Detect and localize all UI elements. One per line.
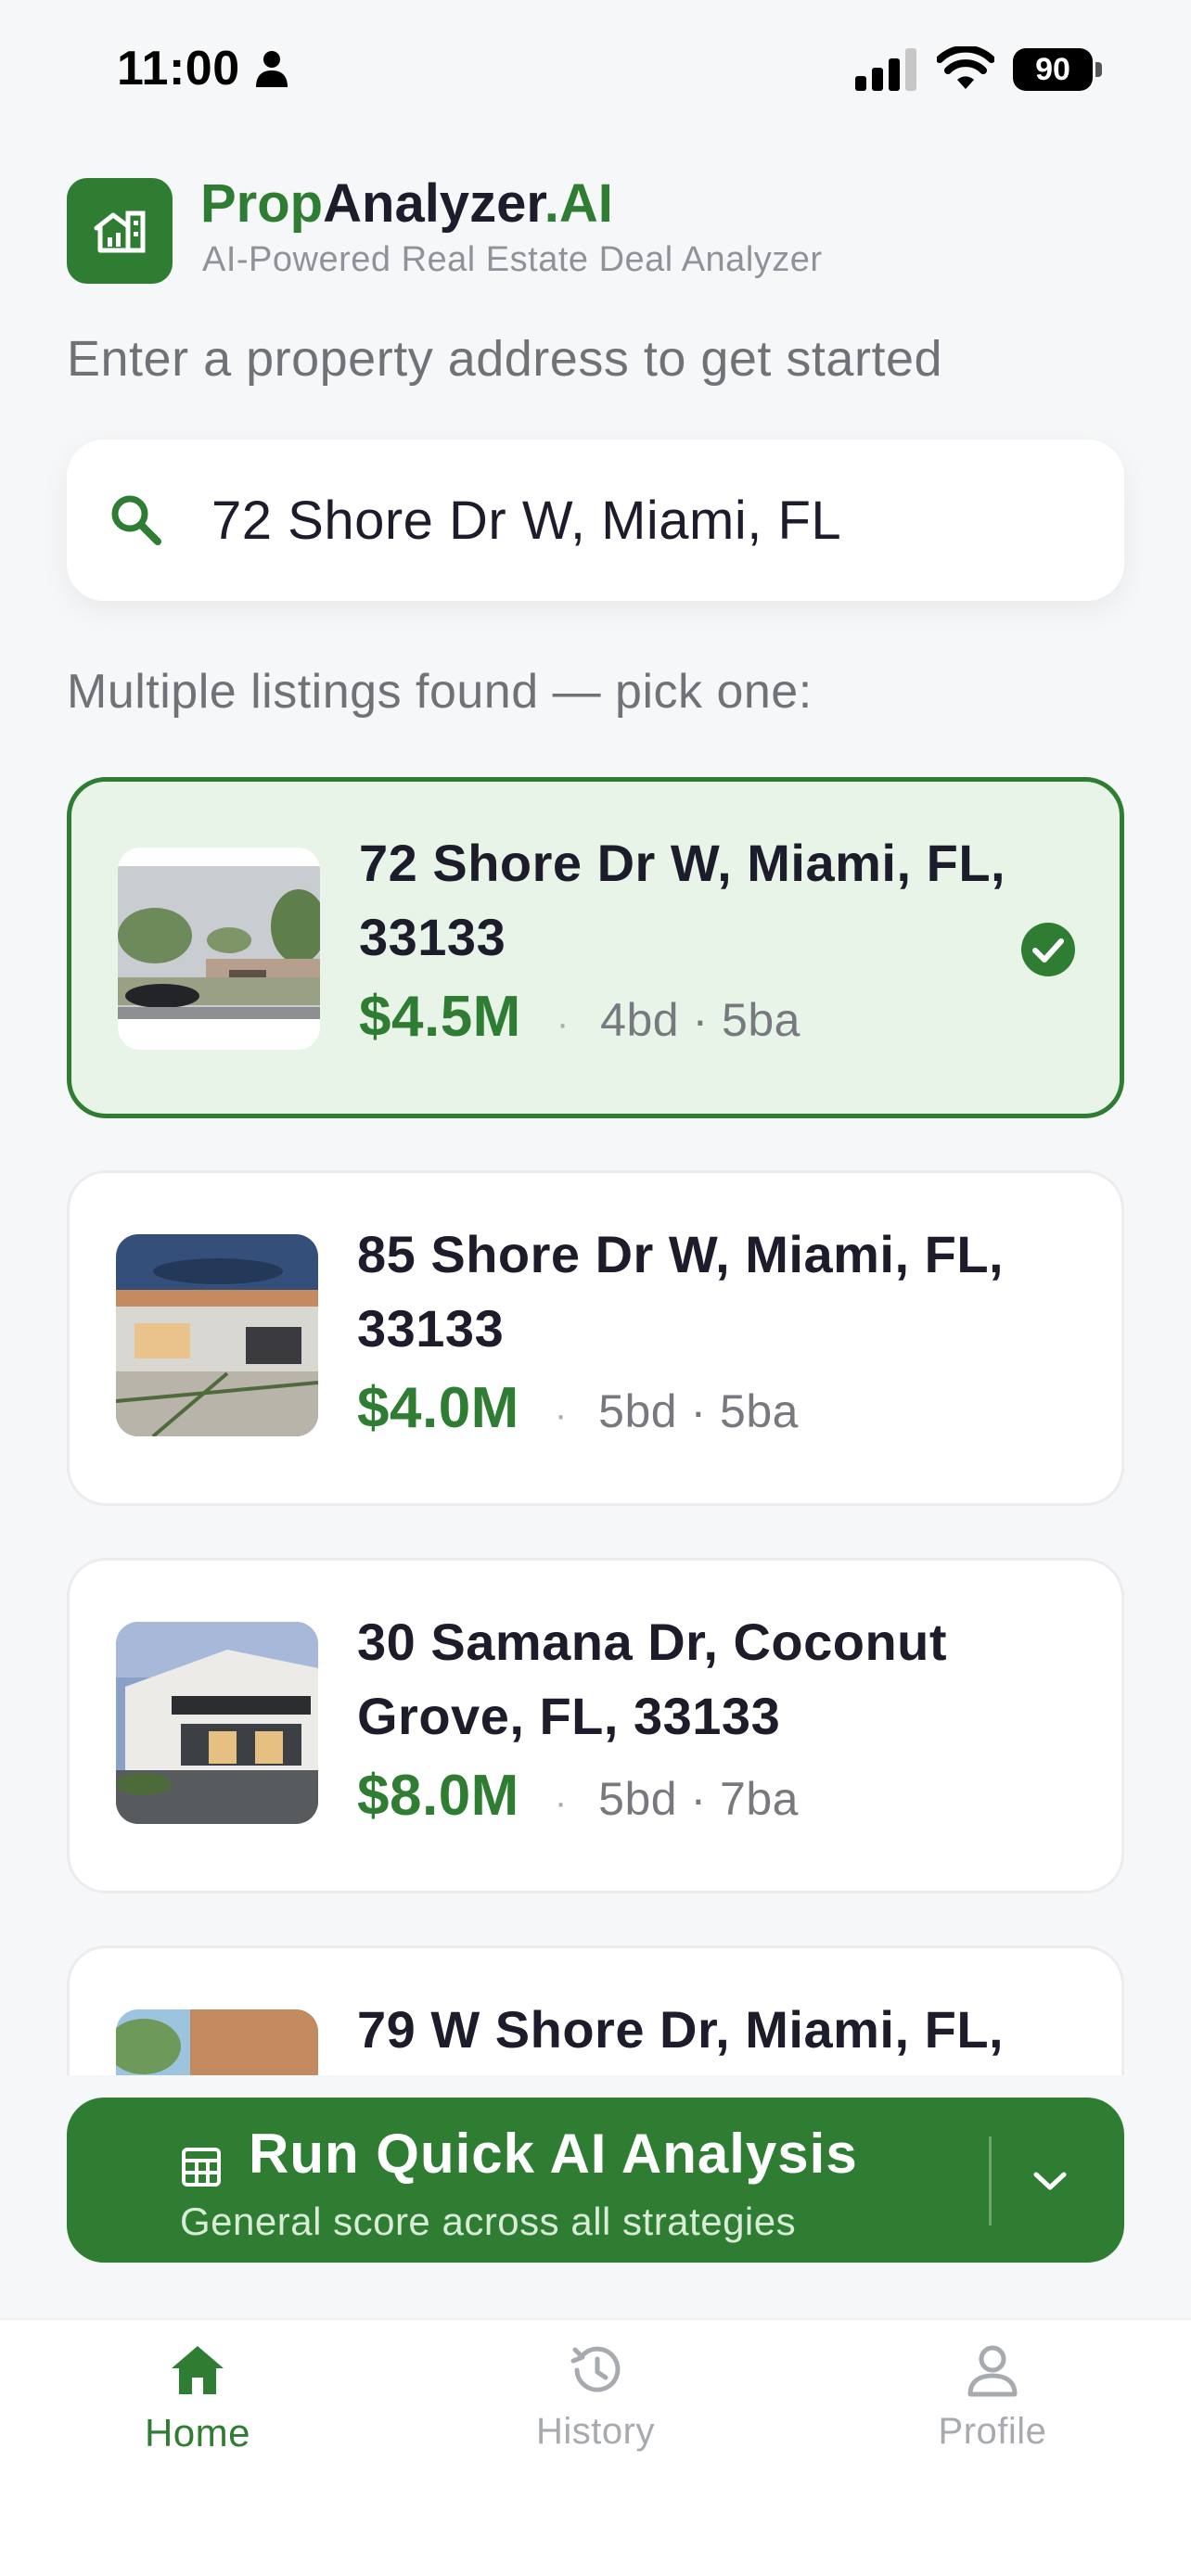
- selected-check-icon: [1021, 923, 1075, 976]
- address-search-box[interactable]: [67, 440, 1124, 601]
- listing-address: 85 Shore Dr W, Miami, FL, 33133: [357, 1225, 1005, 1358]
- listing-address: 30 Samana Dr, Coconut Grove, FL, 33133: [357, 1613, 948, 1745]
- listing-address: 79 W Shore Dr, Miami, FL,: [357, 2000, 1005, 2059]
- address-prompt: Enter a property address to get started: [67, 331, 943, 387]
- listing-card-selected[interactable]: 72 Shore Dr W, Miami, FL, 33133 $4.5M · …: [67, 777, 1124, 1118]
- battery-tip: [1095, 62, 1102, 77]
- person-icon: [256, 51, 288, 87]
- listing-meta: $4.0M · 5bd · 5ba: [357, 1375, 799, 1441]
- listing-card[interactable]: 79 W Shore Dr, Miami, FL,: [67, 1945, 1124, 2075]
- analyze-subtitle: General score across all strategies: [180, 2200, 797, 2243]
- analyze-title: Run Quick AI Analysis: [249, 2123, 858, 2185]
- listing-card[interactable]: 85 Shore Dr W, Miami, FL, 33133 $4.0M · …: [67, 1170, 1124, 1506]
- results-label: Multiple listings found — pick one:: [67, 665, 813, 719]
- tab-label: Profile: [938, 2411, 1047, 2452]
- listing-price: $4.0M: [357, 1376, 519, 1440]
- brand-tagline: AI-Powered Real Estate Deal Analyzer: [202, 240, 823, 279]
- tab-label: History: [536, 2411, 655, 2452]
- tab-home[interactable]: Home: [58, 2342, 337, 2491]
- bottom-tab-bar: Home History Profile: [0, 2318, 1191, 2576]
- battery-level: 90: [1013, 48, 1093, 91]
- listing-meta: $8.0M · 5bd · 7ba: [357, 1763, 799, 1829]
- wifi-icon: [937, 46, 994, 89]
- tab-label: Home: [144, 2411, 251, 2455]
- address-search-input[interactable]: [211, 440, 1102, 601]
- status-bar: 11:00 90: [0, 0, 1191, 139]
- listing-specs: 4bd · 5ba: [600, 994, 800, 1046]
- listing-results: 72 Shore Dr W, Miami, FL, 33133 $4.5M · …: [0, 760, 1191, 2075]
- tab-profile[interactable]: Profile: [853, 2342, 1132, 2491]
- status-time: 11:00: [117, 42, 240, 96]
- cellular-signal-icon: [855, 48, 916, 91]
- listing-specs: 5bd · 7ba: [598, 1773, 799, 1825]
- search-icon: [111, 495, 161, 545]
- listing-photo: [116, 1234, 318, 1436]
- battery-indicator: 90: [1013, 48, 1102, 91]
- listing-photo: [116, 2009, 318, 2075]
- profile-icon: [967, 2345, 1018, 2397]
- history-icon: [570, 2346, 621, 2392]
- tab-history[interactable]: History: [456, 2342, 735, 2491]
- listing-specs: 5bd · 5ba: [598, 1385, 799, 1437]
- separator: ·: [554, 1782, 568, 1823]
- listing-price: $4.5M: [359, 985, 521, 1049]
- listing-address: 72 Shore Dr W, Miami, FL, 33133: [359, 834, 1006, 966]
- strategy-dropdown-toggle[interactable]: [1009, 2153, 1091, 2209]
- brand-analyzer: Analyzer: [323, 173, 544, 234]
- brand-ai: .AI: [544, 173, 613, 234]
- run-quick-analysis-button[interactable]: Run Quick AI Analysis General score acro…: [67, 2098, 1124, 2263]
- building-analysis-icon: [94, 210, 146, 253]
- brand-name: PropAnalyzer.AI: [200, 172, 613, 235]
- app-logo: [67, 178, 173, 284]
- home-icon: [172, 2346, 224, 2394]
- listing-meta: $4.5M · 4bd · 5ba: [359, 984, 800, 1050]
- listing-photo: [118, 848, 320, 1050]
- listing-photo: [116, 1622, 318, 1824]
- listing-card[interactable]: 30 Samana Dr, Coconut Grove, FL, 33133 $…: [67, 1558, 1124, 1894]
- listing-price: $8.0M: [357, 1764, 519, 1828]
- button-divider: [989, 2136, 992, 2225]
- chevron-down-icon: [1033, 2172, 1067, 2190]
- brand-prop: Prop: [200, 173, 324, 234]
- separator: ·: [554, 1395, 568, 1435]
- separator: ·: [556, 1003, 570, 1044]
- app-screen: 11:00 90 PropAnalyzer.AI AI-Powered Real…: [0, 0, 1191, 2576]
- calculator-icon: [182, 2148, 221, 2187]
